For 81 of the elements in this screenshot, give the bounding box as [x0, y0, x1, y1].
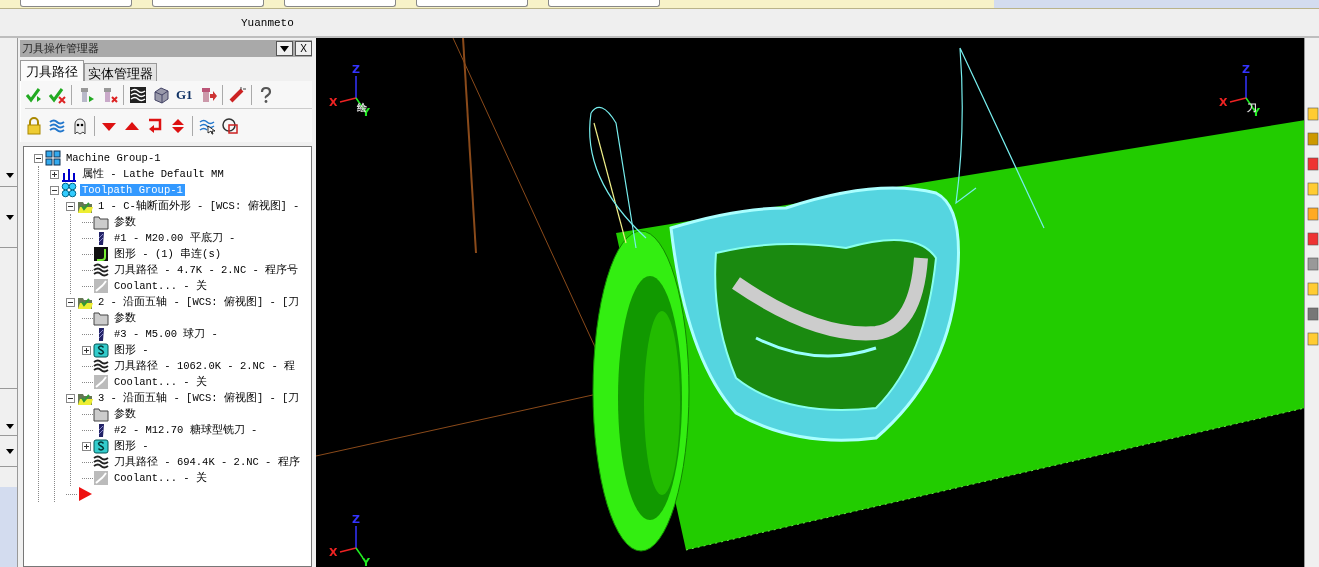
z-axis-line — [1245, 75, 1247, 99]
z-axis-line — [355, 525, 357, 549]
tree-item[interactable]: Coolant... - 关 — [112, 279, 209, 293]
waves-icon — [93, 262, 109, 278]
toolbar-icons-drawing[interactable] — [1307, 107, 1319, 346]
grid-icon — [45, 150, 61, 166]
z-axis-line — [355, 75, 357, 99]
tree-item[interactable]: 图形 - — [112, 439, 151, 453]
tree-item[interactable]: 参数 — [112, 407, 138, 421]
folder-icon — [93, 214, 109, 230]
waves-icon — [93, 454, 109, 470]
cube-icon[interactable] — [152, 86, 170, 104]
caret-icon[interactable] — [6, 424, 14, 429]
tree-item[interactable]: 图形 - — [112, 343, 151, 357]
axis-label: X — [1219, 96, 1228, 109]
lock-icon[interactable] — [25, 117, 43, 135]
x-axis-line — [1229, 97, 1247, 103]
caret-icon[interactable] — [6, 173, 14, 178]
expand-toggle[interactable] — [50, 185, 59, 195]
tree-item[interactable]: 3 - 沿面五轴 - [WCS: 俯视图] - [刀 — [96, 391, 302, 405]
insert-marker-icon[interactable] — [77, 486, 93, 502]
tab[interactable]: 实体管理器 — [84, 63, 157, 81]
axis-label: Y — [362, 556, 370, 567]
waves-icon[interactable] — [129, 86, 147, 104]
folder-icon — [93, 310, 109, 326]
window-title: Yuanmeto — [241, 16, 294, 29]
close-button[interactable]: X — [295, 41, 312, 56]
folder-icon — [93, 406, 109, 422]
x-axis-line — [339, 97, 357, 103]
loop-arrow-icon[interactable] — [146, 117, 164, 135]
dropdown-button[interactable] — [276, 41, 293, 56]
surface-icon — [93, 438, 109, 454]
coolant-icon — [93, 470, 109, 486]
tree-item[interactable]: 参数 — [112, 311, 138, 325]
tree-item[interactable]: 参数 — [112, 215, 138, 229]
waves-icon[interactable] — [198, 117, 216, 135]
tree-item[interactable]: 1 - C-轴断面外形 - [WCS: 俯视图] - — [96, 199, 302, 213]
x-axis-line — [339, 547, 357, 553]
tree-item[interactable]: 刀具路径 - 1062.0K - 2.NC - 程 — [112, 359, 298, 373]
tree-item[interactable]: #1 - M20.00 平底刀 - — [112, 231, 238, 245]
axis-label: Z — [352, 63, 360, 76]
expand-toggle[interactable] — [50, 169, 59, 179]
tab[interactable]: 刀具路径 — [20, 60, 84, 81]
expand-toggle[interactable] — [82, 441, 91, 451]
tree-item[interactable]: 2 - 沿面五轴 - [WCS: 俯视图] - [刀 — [96, 295, 302, 309]
y-axis-line — [355, 547, 364, 559]
expand-toggle[interactable] — [82, 345, 91, 355]
tree-item[interactable]: 图形 - (1) 串连(s) — [112, 247, 223, 261]
coolant-icon — [93, 374, 109, 390]
check-icon[interactable] — [48, 86, 66, 104]
tree-item[interactable]: Coolant... - 关 — [112, 471, 209, 485]
caret-icon — [280, 45, 289, 52]
waves-icon — [93, 358, 109, 374]
expand-toggle[interactable] — [66, 201, 75, 211]
expand-toggle[interactable] — [34, 153, 43, 163]
expand-toggle[interactable] — [66, 297, 75, 307]
wand-icon[interactable] — [227, 86, 246, 104]
axis-label: X — [329, 96, 338, 109]
axis-label: X — [329, 546, 338, 559]
geometry-icon — [93, 246, 109, 262]
toolbar-button[interactable]: G1 — [175, 87, 194, 103]
circles-icon — [61, 182, 77, 198]
tree-item[interactable]: Coolant... - 关 — [112, 375, 209, 389]
tree-item[interactable]: Machine Group-1 — [64, 152, 163, 164]
tree-item[interactable]: 刀具路径 - 4.7K - 2.NC - 程序号 — [112, 263, 301, 277]
surface-icon — [93, 342, 109, 358]
caret-icon[interactable] — [6, 448, 14, 454]
tree-item[interactable]: #3 - M5.00 球刀 - — [112, 327, 220, 341]
ghost-icon[interactable] — [71, 117, 89, 135]
tree-item[interactable]: #2 - M12.70 糖球型铣刀 - — [112, 423, 260, 437]
panel-title: 刀具操作管理器 — [22, 41, 100, 56]
check-icon[interactable] — [25, 86, 43, 104]
axis-label: Z — [352, 513, 360, 526]
tree-item[interactable]: 属性 - Lathe Default MM — [80, 167, 226, 181]
caret-icon[interactable] — [6, 214, 14, 220]
circles-icon[interactable] — [221, 117, 239, 135]
axis-label: Z — [1242, 63, 1250, 76]
bar-chart-icon — [61, 166, 77, 182]
coolant-icon — [93, 278, 109, 294]
tree-item[interactable]: 刀具路径 - 694.4K - 2.NC - 程序 — [112, 455, 302, 469]
expand-toggle[interactable] — [66, 393, 75, 403]
